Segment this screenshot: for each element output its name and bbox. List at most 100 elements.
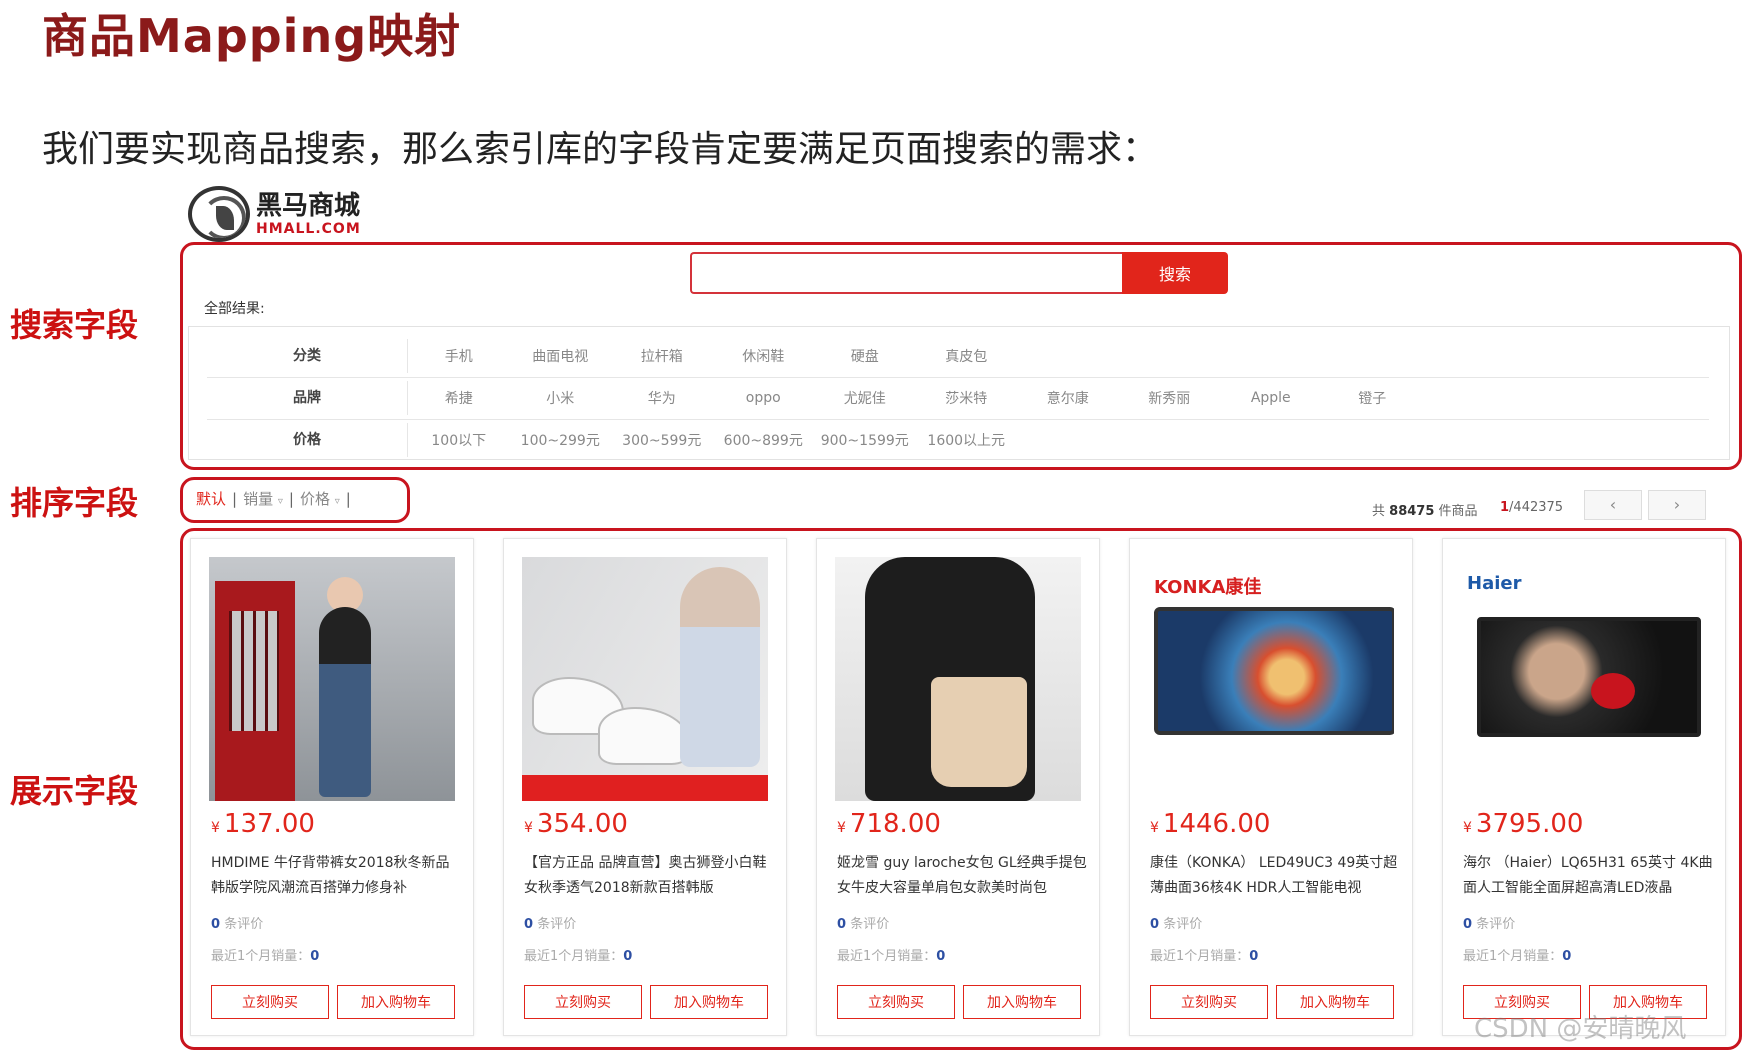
- product-title[interactable]: 【官方正品 品牌直营】奥古狮登小白鞋女秋季透气2018新款百搭韩版: [524, 851, 774, 901]
- filter-option[interactable]: 硬盘: [814, 346, 916, 366]
- filter-option[interactable]: 1600以上元: [916, 430, 1018, 450]
- product-reviews: 0 条评价: [524, 913, 576, 932]
- result-count: 共 88475 件商品: [1372, 500, 1478, 519]
- filter-option[interactable]: Apple: [1220, 390, 1322, 406]
- currency-symbol: ¥: [524, 820, 533, 836]
- filter-option[interactable]: 真皮包: [916, 346, 1018, 366]
- sort-separator: |: [345, 489, 351, 508]
- sales-count: 0: [310, 949, 320, 964]
- filter-option[interactable]: 意尔康: [1017, 388, 1119, 408]
- page-indicator: 1/442375: [1500, 500, 1563, 515]
- reviews-count: 0: [211, 917, 221, 932]
- product-image[interactable]: [209, 557, 455, 801]
- sales-label: 最近1个月销量：: [1463, 949, 1563, 964]
- filter-row-price: 价格 100以下 100~299元 300~599元 600~899元 900~…: [207, 419, 1709, 461]
- filter-option[interactable]: 小米: [510, 388, 612, 408]
- filter-option[interactable]: 华为: [611, 388, 713, 408]
- sort-default[interactable]: 默认: [196, 488, 226, 509]
- product-title[interactable]: 海尔 （Haier）LQ65H31 65英寸 4K曲面人工智能全面屏超高清LED…: [1463, 851, 1713, 901]
- product-image[interactable]: [835, 557, 1081, 801]
- currency-symbol: ¥: [837, 820, 846, 836]
- product-card[interactable]: ¥137.00 HMDIME 牛仔背带裤女2018秋冬新品 韩版学院风潮流百搭弹…: [190, 538, 474, 1036]
- reviews-count: 0: [524, 917, 534, 932]
- display-fields-label: 展示字段: [10, 772, 139, 810]
- buy-now-button[interactable]: 立刻购买: [524, 985, 642, 1019]
- sort-separator: |: [288, 489, 294, 508]
- product-card[interactable]: ¥718.00 姬龙雪 guy laroche女包 GL经典手提包女牛皮大容量单…: [816, 538, 1100, 1036]
- filter-option[interactable]: oppo: [713, 390, 815, 406]
- product-price: ¥137.00: [211, 809, 315, 839]
- add-to-cart-button[interactable]: 加入购物车: [337, 985, 455, 1019]
- filter-row-category: 分类 手机 曲面电视 拉杆箱 休闲鞋 硬盘 真皮包: [207, 335, 1709, 378]
- filter-option[interactable]: 尤妮佳: [814, 388, 916, 408]
- filter-key: 品牌: [207, 381, 408, 415]
- sales-label: 最近1个月销量：: [524, 949, 624, 964]
- filter-option[interactable]: 手机: [408, 346, 510, 366]
- result-count-prefix: 共: [1372, 504, 1386, 519]
- filter-option[interactable]: 100以下: [408, 430, 510, 450]
- product-reviews: 0 条评价: [211, 913, 263, 932]
- filter-option[interactable]: 希捷: [408, 388, 510, 408]
- filter-option[interactable]: 100~299元: [510, 430, 612, 450]
- next-page-button[interactable]: ›: [1648, 490, 1706, 520]
- product-title[interactable]: 姬龙雪 guy laroche女包 GL经典手提包女牛皮大容量单肩包女款美时尚包: [837, 851, 1087, 901]
- slide-intro: 我们要实现商品搜索，那么索引库的字段肯定要满足页面搜索的需求：: [42, 129, 1159, 170]
- sort-price[interactable]: 价格 ▿: [300, 488, 340, 509]
- product-card[interactable]: ¥354.00 【官方正品 品牌直营】奥古狮登小白鞋女秋季透气2018新款百搭韩…: [503, 538, 787, 1036]
- sales-count: 0: [1562, 949, 1572, 964]
- filter-option[interactable]: 休闲鞋: [713, 346, 815, 366]
- horse-logo-icon: [188, 186, 250, 242]
- search-button[interactable]: 搜索: [1122, 252, 1228, 294]
- buy-now-button[interactable]: 立刻购买: [837, 985, 955, 1019]
- filter-option[interactable]: 新秀丽: [1119, 388, 1221, 408]
- csdn-watermark: CSDN @安晴晚风: [1474, 1014, 1687, 1044]
- filter-option[interactable]: 拉杆箱: [611, 346, 713, 366]
- search-bar: 搜索: [690, 252, 1228, 294]
- product-reviews: 0 条评价: [1463, 913, 1515, 932]
- product-sales: 最近1个月销量：0: [524, 945, 632, 964]
- search-fields-label: 搜索字段: [10, 306, 139, 344]
- product-reviews: 0 条评价: [1150, 913, 1202, 932]
- chevron-right-icon: ›: [1673, 495, 1681, 514]
- sort-sales[interactable]: 销量 ▿: [243, 488, 283, 509]
- search-input[interactable]: [690, 252, 1122, 294]
- product-sales: 最近1个月销量：0: [1150, 945, 1258, 964]
- buy-now-button[interactable]: 立刻购买: [1150, 985, 1268, 1019]
- filter-option[interactable]: 900~1599元: [814, 430, 916, 450]
- filter-option[interactable]: 莎米特: [916, 388, 1018, 408]
- add-to-cart-button[interactable]: 加入购物车: [1276, 985, 1394, 1019]
- reviews-label: 条评价: [224, 917, 264, 932]
- filter-option[interactable]: 镫子: [1322, 388, 1424, 408]
- all-results-label: 全部结果:: [204, 301, 265, 317]
- product-reviews: 0 条评价: [837, 913, 889, 932]
- result-count-value: 88475: [1389, 504, 1435, 519]
- slide-title: 商品Mapping映射: [42, 9, 462, 63]
- chevron-left-icon: ‹: [1609, 495, 1617, 514]
- sort-sales-label: 销量: [243, 490, 274, 508]
- hmall-logo[interactable]: 黑马商城 HMALL.COM: [188, 186, 361, 242]
- logo-name: 黑马商城: [256, 191, 361, 221]
- product-title[interactable]: 康佳（KONKA） LED49UC3 49英寸超薄曲面36核4K HDR人工智能…: [1150, 851, 1400, 901]
- product-sales: 最近1个月销量：0: [211, 945, 319, 964]
- sales-label: 最近1个月销量：: [837, 949, 937, 964]
- product-image[interactable]: [522, 557, 768, 801]
- reviews-label: 条评价: [850, 917, 890, 932]
- sort-bar: 默认 | 销量 ▿ | 价格 ▿ |: [196, 488, 351, 509]
- add-to-cart-button[interactable]: 加入购物车: [963, 985, 1081, 1019]
- product-image[interactable]: Haier: [1461, 557, 1707, 801]
- buy-now-button[interactable]: 立刻购买: [211, 985, 329, 1019]
- product-card[interactable]: Haier ¥3795.00 海尔 （Haier）LQ65H31 65英寸 4K…: [1442, 538, 1726, 1036]
- sales-count: 0: [936, 949, 946, 964]
- sort-price-label: 价格: [299, 490, 330, 508]
- product-image[interactable]: KONKA康佳: [1148, 557, 1394, 801]
- prev-page-button[interactable]: ‹: [1584, 490, 1642, 520]
- haier-brand-label: Haier: [1467, 573, 1522, 594]
- filter-option[interactable]: 600~899元: [713, 430, 815, 450]
- add-to-cart-button[interactable]: 加入购物车: [650, 985, 768, 1019]
- price-value: 3795.00: [1475, 809, 1584, 839]
- product-title[interactable]: HMDIME 牛仔背带裤女2018秋冬新品 韩版学院风潮流百搭弹力修身补: [211, 851, 461, 901]
- filter-option[interactable]: 曲面电视: [510, 346, 612, 366]
- filter-option[interactable]: 300~599元: [611, 430, 713, 450]
- product-card[interactable]: KONKA康佳 ¥1446.00 康佳（KONKA） LED49UC3 49英寸…: [1129, 538, 1413, 1036]
- price-value: 718.00: [849, 809, 941, 839]
